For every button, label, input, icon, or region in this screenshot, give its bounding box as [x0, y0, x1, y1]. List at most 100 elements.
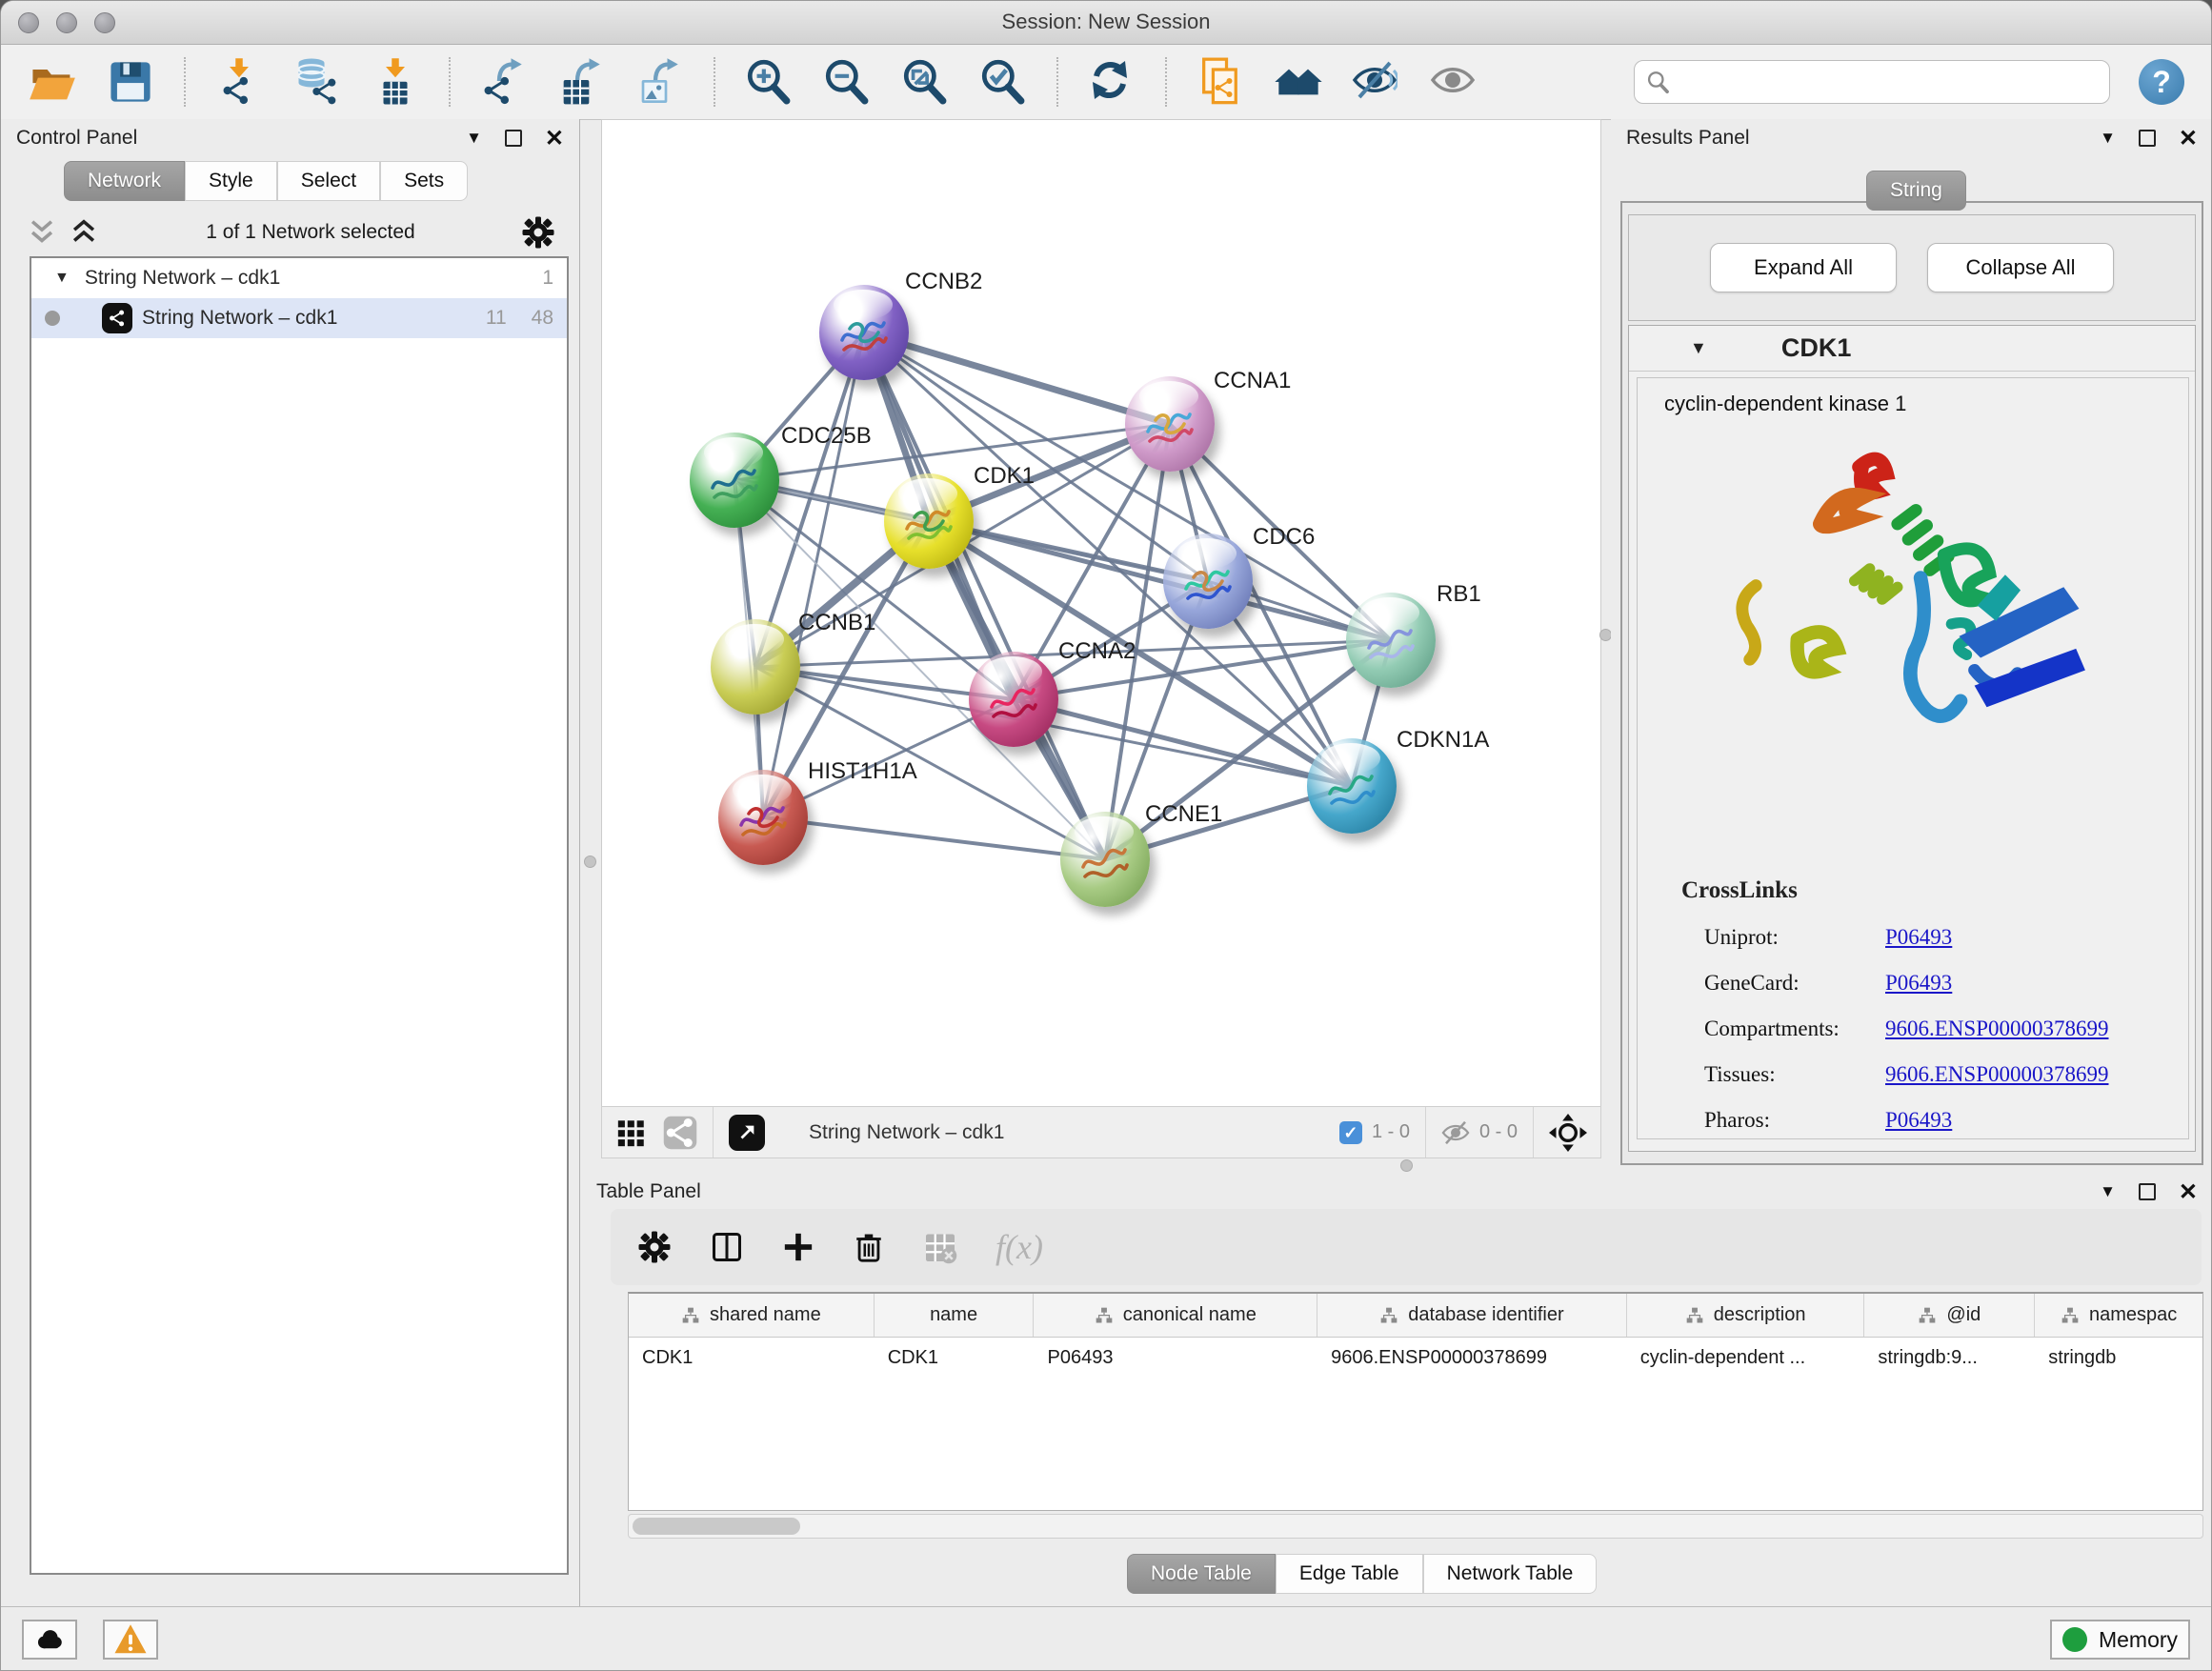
- gear-icon[interactable]: [521, 215, 555, 250]
- panel-close-icon[interactable]: ✕: [2179, 1178, 2198, 1206]
- warnings-button[interactable]: [103, 1620, 158, 1660]
- horizontal-scrollbar[interactable]: [628, 1514, 2203, 1539]
- cell-id[interactable]: stringdb:9...: [1864, 1338, 2035, 1379]
- network-edge[interactable]: [763, 332, 864, 817]
- tab-string[interactable]: String: [1866, 171, 1966, 211]
- expand-all-button[interactable]: Expand All: [1710, 243, 1897, 292]
- protein-ribbon-thumbnail: [833, 306, 894, 363]
- cell-database-identifier[interactable]: 9606.ENSP00000378699: [1317, 1338, 1627, 1379]
- panel-close-icon[interactable]: ✕: [545, 125, 564, 152]
- selected-checkbox-icon[interactable]: ✓: [1339, 1121, 1362, 1144]
- tab-network-table[interactable]: Network Table: [1423, 1554, 1598, 1594]
- network-edge[interactable]: [763, 817, 1105, 859]
- tab-select[interactable]: Select: [277, 161, 380, 201]
- crosslink-link[interactable]: P06493: [1885, 971, 1952, 996]
- fit-content-icon[interactable]: [1549, 1114, 1587, 1152]
- help-button[interactable]: ?: [2139, 59, 2184, 105]
- column-header[interactable]: canonical name: [1034, 1294, 1317, 1337]
- memory-button[interactable]: Memory: [2050, 1620, 2190, 1660]
- birds-eye-grid-icon[interactable]: [615, 1117, 648, 1149]
- panel-float-icon[interactable]: [2139, 1183, 2156, 1200]
- cell-canonical-name[interactable]: P06493: [1034, 1338, 1317, 1379]
- import-network-database-icon[interactable]: [292, 57, 342, 107]
- tab-sets[interactable]: Sets: [380, 161, 468, 201]
- collapse-all-icon[interactable]: [26, 216, 58, 249]
- export-table-icon[interactable]: [557, 57, 607, 107]
- save-session-icon[interactable]: [106, 57, 155, 107]
- column-header[interactable]: name: [875, 1294, 1035, 1337]
- show-columns-icon[interactable]: [710, 1230, 744, 1264]
- network-edge[interactable]: [864, 332, 1170, 424]
- copy-document-icon[interactable]: [1196, 57, 1245, 107]
- hidden-count: 0 - 0: [1479, 1121, 1518, 1143]
- tab-style[interactable]: Style: [185, 161, 277, 201]
- add-column-icon[interactable]: [782, 1231, 814, 1263]
- tab-network[interactable]: Network: [64, 161, 185, 201]
- crosslink-link[interactable]: P06493: [1885, 1108, 1952, 1133]
- open-in-window-icon[interactable]: [729, 1115, 765, 1151]
- search-input[interactable]: [1670, 71, 2098, 93]
- column-header[interactable]: database identifier: [1317, 1294, 1627, 1337]
- zoom-in-icon[interactable]: [744, 57, 794, 107]
- scrollbar-thumb[interactable]: [633, 1518, 800, 1535]
- network-collection-row[interactable]: ▼ String Network – cdk1 1: [31, 258, 567, 298]
- collapse-caret-icon[interactable]: ▼: [1690, 338, 1707, 358]
- network-node-hist1h1a[interactable]: [718, 770, 808, 865]
- panel-close-icon[interactable]: ✕: [2179, 125, 2198, 152]
- panel-menu-icon[interactable]: ▼: [2100, 129, 2116, 148]
- search-field[interactable]: [1634, 60, 2110, 104]
- network-node-cdkn1a[interactable]: [1307, 738, 1397, 834]
- table-settings-gear-icon[interactable]: [637, 1230, 672, 1264]
- cell-shared-name[interactable]: CDK1: [629, 1338, 875, 1379]
- bottom-splitter-handle[interactable]: [1400, 1159, 1413, 1172]
- hide-selected-icon[interactable]: [1352, 57, 1401, 107]
- refresh-icon[interactable]: [1087, 57, 1136, 107]
- zoom-fit-icon[interactable]: [900, 57, 950, 107]
- export-network-icon[interactable]: [479, 57, 529, 107]
- expand-all-icon[interactable]: [68, 216, 100, 249]
- show-all-icon[interactable]: [1430, 57, 1479, 107]
- tab-node-table[interactable]: Node Table: [1127, 1554, 1276, 1594]
- panel-menu-icon[interactable]: ▼: [2100, 1182, 2116, 1201]
- network-canvas[interactable]: CCNB2CCNA1CDC25BCDK1CDC6RB1CCNB1CCNA2CDK…: [601, 119, 1601, 1106]
- crosslink-link[interactable]: 9606.ENSP00000378699: [1885, 1062, 2109, 1087]
- cell-name[interactable]: CDK1: [875, 1338, 1035, 1379]
- panel-float-icon[interactable]: [505, 130, 522, 147]
- open-session-icon[interactable]: [28, 57, 77, 107]
- import-table-icon[interactable]: [371, 57, 420, 107]
- expander-icon[interactable]: ▼: [54, 270, 70, 287]
- crosslink-link[interactable]: P06493: [1885, 925, 1952, 950]
- zoom-selected-icon[interactable]: [978, 57, 1028, 107]
- crosslink-link[interactable]: 9606.ENSP00000378699: [1885, 1017, 2109, 1041]
- network-node-ccne1[interactable]: [1060, 812, 1150, 907]
- left-splitter-handle[interactable]: [584, 856, 596, 868]
- network-node-rb1[interactable]: [1346, 593, 1436, 688]
- column-header[interactable]: description: [1627, 1294, 1865, 1337]
- collapse-all-button[interactable]: Collapse All: [1927, 243, 2114, 292]
- network-node-ccna2[interactable]: [969, 652, 1058, 747]
- cloud-button[interactable]: [22, 1620, 77, 1660]
- column-header[interactable]: namespac: [2035, 1294, 2202, 1337]
- gene-card-header[interactable]: ▼ CDK1: [1629, 326, 2195, 372]
- home-icon[interactable]: [1274, 57, 1323, 107]
- panel-menu-icon[interactable]: ▼: [466, 129, 482, 148]
- zoom-out-icon[interactable]: [822, 57, 872, 107]
- network-node-ccnb2[interactable]: [819, 285, 909, 380]
- cell-description[interactable]: cyclin-dependent ...: [1627, 1338, 1865, 1379]
- network-node-cdc6[interactable]: [1163, 534, 1253, 629]
- share-view-icon[interactable]: [663, 1116, 697, 1150]
- tab-edge-table[interactable]: Edge Table: [1276, 1554, 1423, 1594]
- delete-column-icon[interactable]: [853, 1231, 885, 1263]
- export-image-icon[interactable]: [635, 57, 685, 107]
- network-node-cdc25b[interactable]: [690, 433, 779, 528]
- import-network-icon[interactable]: [214, 57, 264, 107]
- cell-namespace[interactable]: stringdb: [2035, 1338, 2202, 1379]
- network-node-cdk1[interactable]: [884, 473, 974, 569]
- column-header[interactable]: @id: [1864, 1294, 2035, 1337]
- network-row[interactable]: String Network – cdk1 11 48: [31, 298, 567, 338]
- panel-float-icon[interactable]: [2139, 130, 2156, 147]
- network-node-ccnb1[interactable]: [711, 619, 800, 715]
- column-header[interactable]: shared name: [629, 1294, 875, 1337]
- table-row[interactable]: CDK1 CDK1 P06493 9606.ENSP00000378699 cy…: [629, 1338, 2202, 1379]
- network-node-ccna1[interactable]: [1125, 376, 1215, 472]
